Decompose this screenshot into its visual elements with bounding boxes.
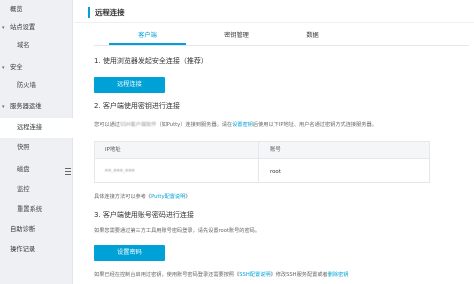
footer-text: 》修改SSH服务配置或者 [270,272,328,278]
desc-blurred-text: SSH客户端软件 [119,122,157,128]
chevron-down-icon: ▾ [2,104,5,110]
sidebar-item-self-diagnosis[interactable]: 自助诊断 [0,220,73,240]
sidebar-item-label: 重置系统 [17,206,43,213]
sidebar-item-label: 磁盘 [17,166,30,173]
putty-config-link[interactable]: Putty配置说明 [151,194,185,200]
sidebar-item-label: 远程连接 [17,124,43,131]
sidebar-collapse-handle-icon[interactable] [64,166,72,180]
ssh-config-link[interactable]: SSH配置说明 [239,272,270,278]
note-text: 具体连接方法可以参考《 [94,194,152,200]
sidebar-item-label: 域名 [17,42,30,49]
tab-data[interactable]: 数据 [274,29,351,45]
column-header-ip: IP地址 [105,147,121,153]
sidebar-item-monitor[interactable]: 监控 [0,180,73,200]
sidebar-group-security[interactable]: ▾ 安全 [0,58,73,78]
sidebar-item-remote-connect[interactable]: 远程连接 [0,118,73,138]
sidebar-item-label: 服务器运维 [10,103,42,110]
set-key-link[interactable]: 设置密钥 [232,122,253,128]
connection-table: IP地址 账号 **.***.*** root [94,141,430,183]
note-text: 》 [185,194,191,200]
step2-description: 您可以通过SSH客户端软件（如Putty）连接到服务器。请在设置密钥后使用以下I… [94,121,377,128]
sidebar-item-snapshot[interactable]: 快照 [0,138,73,158]
sidebar-item-label: 监控 [17,186,30,193]
sidebar-item-overview[interactable]: 概览 [0,0,73,20]
step3-description: 如果您需要通过第三方工具用账号密码登录，请先设置root账号的密码。 [94,228,261,234]
column-header-account: 账号 [270,147,281,153]
sidebar-item-label: 站点设置 [10,24,36,31]
set-password-button[interactable]: 设置密码 [94,245,165,261]
table-header: IP地址 账号 [95,142,429,159]
desc-text: 后使用以下IP地址、用户名通过密钥方式连接服务器。 [252,122,377,128]
sidebar-group-server-ops[interactable]: ▾ 服务器运维 [0,97,73,117]
step1-title: 1. 使用浏览器发起安全连接（推荐） [94,57,208,65]
tab-client[interactable]: 客户端 [109,29,186,45]
tab-bar: 客户端 密钥管理 数据 [94,29,469,46]
sidebar-item-label: 安全 [10,64,23,71]
page-title: 远程连接 [88,7,125,18]
main-content: 远程连接 客户端 密钥管理 数据 1. 使用浏览器发起安全连接（推荐） 远程连接… [74,0,474,284]
sidebar-item-disk[interactable]: 磁盘 [0,160,73,180]
chevron-down-icon: ▾ [2,25,5,31]
column-divider [258,142,259,182]
desc-text: （如Putty）连接到服务器。请在 [156,122,233,128]
sidebar-item-label: 概览 [10,6,23,13]
account-cell: root [270,169,281,175]
sidebar-item-firewall[interactable]: 防火墙 [0,76,73,96]
sidebar-item-operation-log[interactable]: 操作记录 [0,240,73,260]
step3-footer-note: 如果已经在控制台启用过密钥，使用账号密码登录还需要按照《SSH配置说明》修改SS… [94,271,348,278]
sidebar-group-site-settings[interactable]: ▾ 站点设置 [0,18,73,38]
ip-address-cell: **.***.*** [105,169,135,175]
desc-text: 您可以通过 [94,122,120,128]
footer-text: 如果已经在控制台启用过密钥，使用账号密码登录还需要按照《 [94,272,240,278]
tab-key-management[interactable]: 密钥管理 [198,29,275,45]
sidebar-item-label: 操作记录 [10,246,36,253]
putty-reference-note: 具体连接方法可以参考《Putty配置说明》 [94,193,191,200]
delete-key-link[interactable]: 删除密钥 [328,272,349,278]
step3-title: 3. 客户端使用账号密码进行连接 [94,211,194,219]
sidebar-item-reset-system[interactable]: 重置系统 [0,200,73,220]
sidebar-item-label: 防火墙 [17,82,36,89]
sidebar-item-label: 快照 [17,144,30,151]
sidebar-item-label: 自助诊断 [10,226,36,233]
remote-connect-button[interactable]: 远程连接 [94,77,165,93]
title-divider [74,22,474,23]
sidebar: 概览 ▾ 站点设置 域名 ▾ 安全 防火墙 ▾ 服务器运维 远程连接 快照 磁盘… [0,0,73,284]
step2-title: 2. 客户端使用密钥进行连接 [94,102,180,110]
chevron-down-icon: ▾ [2,65,5,71]
sidebar-item-domain[interactable]: 域名 [0,36,73,56]
